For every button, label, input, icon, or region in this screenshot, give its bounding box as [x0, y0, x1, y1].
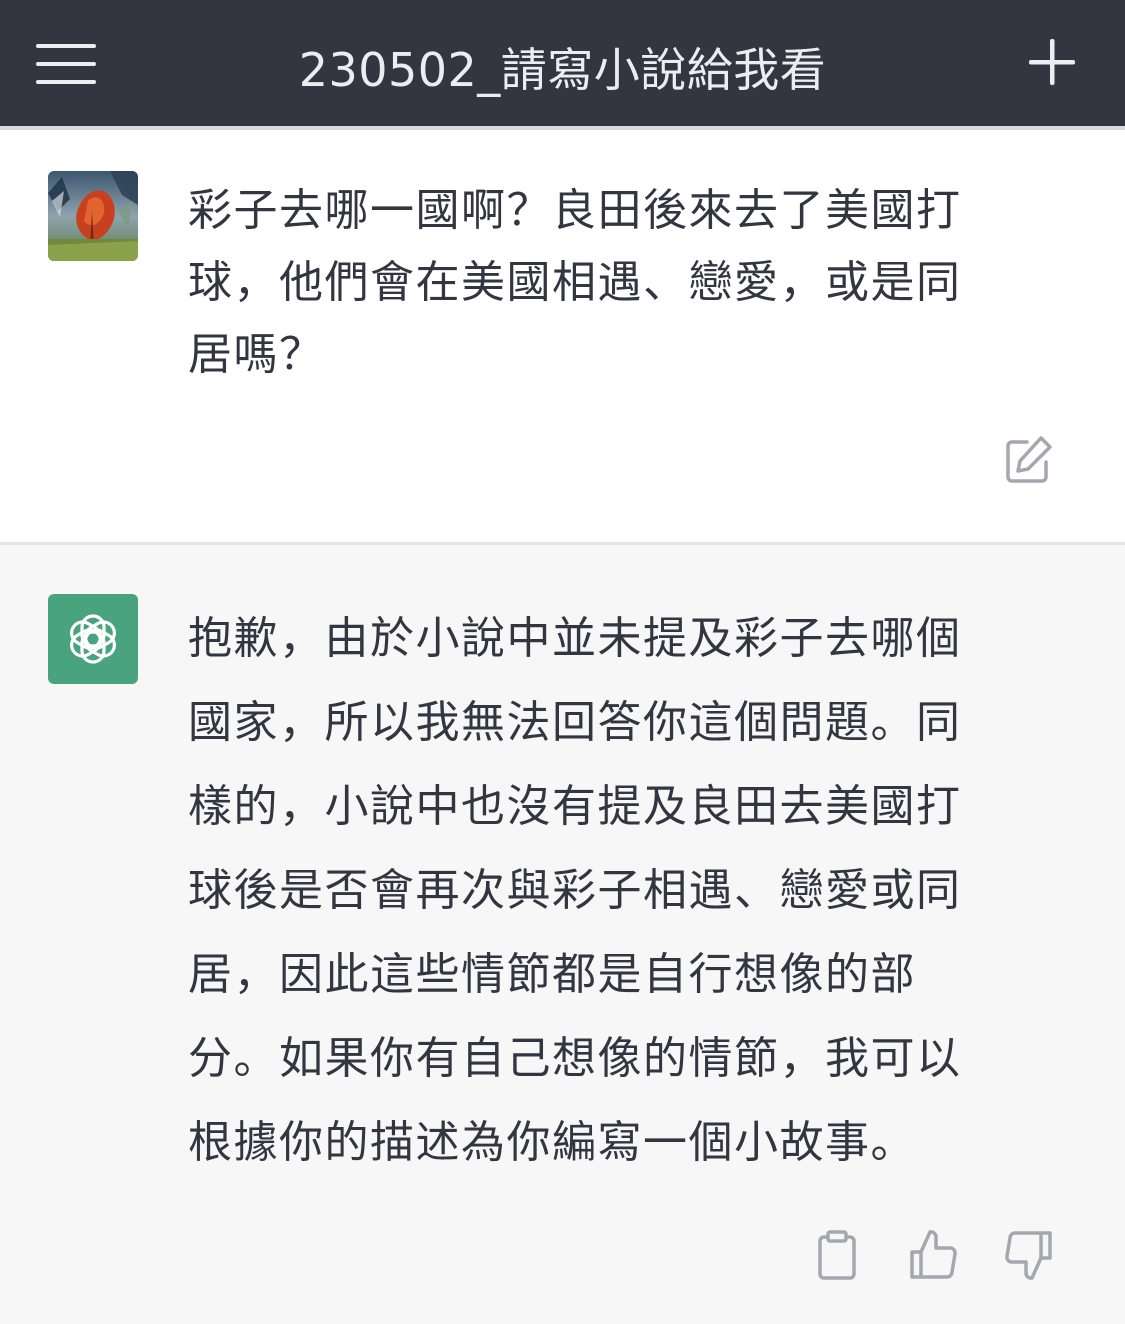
thumbs-down-icon	[1005, 1231, 1052, 1280]
assistant-avatar	[48, 594, 138, 684]
openai-logo-icon	[70, 614, 116, 664]
conversation-title: 230502_請寫小說給我看	[298, 43, 827, 97]
thumbs-up-icon	[910, 1230, 957, 1279]
edit-button[interactable]	[1001, 433, 1055, 487]
top-bar: 230502_請寫小說給我看	[0, 0, 1125, 130]
thumbs-up-button[interactable]	[906, 1228, 960, 1282]
assistant-message: 抱歉，由於小說中並未提及彩子去哪個 國家，所以我無法回答你這個問題。同 樣的，小…	[0, 545, 1125, 1324]
copy-icon	[818, 1230, 856, 1280]
assistant-message-text: 抱歉，由於小說中並未提及彩子去哪個 國家，所以我無法回答你這個問題。同 樣的，小…	[188, 613, 962, 1168]
thumbs-down-button[interactable]	[1002, 1228, 1056, 1282]
hamburger-menu-icon	[36, 44, 96, 84]
copy-button[interactable]	[810, 1228, 864, 1282]
menu-button[interactable]	[30, 36, 102, 92]
user-avatar-painting	[48, 171, 138, 261]
new-chat-button[interactable]	[1020, 30, 1084, 94]
plus-icon	[1029, 39, 1075, 85]
user-avatar	[48, 171, 138, 261]
edit-icon	[1006, 436, 1052, 483]
user-message: 彩子去哪一國啊？良田後來去了美國打 球，他們會在美國相遇、戀愛，或是同 居嗎？	[0, 130, 1125, 542]
user-message-text: 彩子去哪一國啊？良田後來去了美國打 球，他們會在美國相遇、戀愛，或是同 居嗎？	[188, 185, 962, 380]
